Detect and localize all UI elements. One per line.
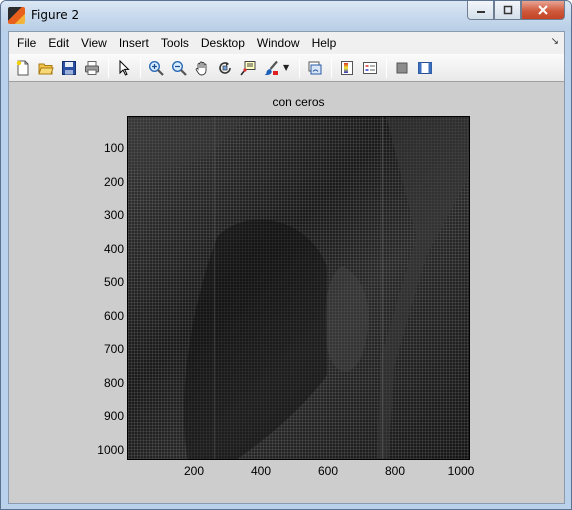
y-tick-label: 400 [103,242,124,256]
menu-help[interactable]: Help [306,32,343,54]
title-bar[interactable]: Figure 2 [1,1,571,31]
save-icon [62,60,76,75]
brush-dropdown-icon[interactable]: ▼ [283,63,291,72]
show-plot-tools-icon [418,61,432,74]
print-button[interactable] [81,57,103,79]
pan-hand-icon [195,61,207,75]
close-icon [538,5,548,15]
pan-button[interactable] [191,57,213,79]
menu-window[interactable]: Window [251,32,306,54]
image-axes[interactable] [127,116,470,460]
figure-client-area: File Edit View Insert Tools Desktop Wind… [8,31,565,504]
rotate-3d-icon [219,61,231,74]
link-plot-button[interactable] [304,57,326,79]
menu-tools[interactable]: Tools [155,32,195,54]
hide-plot-tools-button[interactable] [391,57,413,79]
new-figure-button[interactable] [12,57,34,79]
y-tick-label: 100 [103,141,124,155]
y-tick-label: 500 [103,275,124,289]
zoom-out-icon [171,60,187,76]
x-tick-label: 600 [317,464,339,478]
y-tick-label: 900 [103,409,124,423]
toolbar-separator [331,57,332,78]
x-tick-label: 400 [250,464,272,478]
edit-plot-button[interactable] [113,57,135,79]
hide-plot-tools-icon [396,62,408,73]
zoom-in-icon [148,60,164,76]
figure-window: Figure 2 File Edit View Insert Tools Des… [0,0,572,510]
menu-bar: File Edit View Insert Tools Desktop Wind… [9,32,564,54]
edit-plot-arrow-icon [119,59,130,76]
save-button[interactable] [58,57,80,79]
rotate-3d-button[interactable] [214,57,236,79]
data-cursor-button[interactable] [237,57,259,79]
y-tick-label: 700 [103,342,124,356]
plot-title: con ceros [272,95,325,109]
menu-edit[interactable]: Edit [42,32,75,54]
x-tick-label: 1000 [447,464,475,478]
toolbar-separator [299,57,300,78]
insert-legend-button[interactable] [359,57,381,79]
insert-colorbar-icon [341,60,353,75]
link-plot-icon [308,61,322,74]
new-figure-icon [16,60,29,75]
data-cursor-icon [240,60,256,75]
figure-canvas: con ceros 100 200 300 400 500 600 700 80… [9,83,564,503]
toolbar-separator [140,57,141,78]
y-tick-label: 800 [103,376,124,390]
show-plot-tools-button[interactable] [414,57,436,79]
open-file-icon [38,63,54,74]
menu-file[interactable]: File [11,32,42,54]
zoom-out-button[interactable] [168,57,190,79]
y-tick-label: 200 [103,175,124,189]
window-controls [467,1,565,21]
maximize-icon [503,5,512,15]
y-tick-label: 1000 [97,443,124,457]
menu-view[interactable]: View [75,32,113,54]
image-content [128,117,469,459]
minimize-button[interactable] [467,1,494,20]
figure-toolbar: ▼ [9,54,564,82]
insert-colorbar-button[interactable] [336,57,358,79]
insert-legend-icon [363,61,377,74]
close-button[interactable] [521,1,565,20]
menu-desktop[interactable]: Desktop [195,32,251,54]
window-title: Figure 2 [31,8,80,22]
minimize-icon [476,11,485,13]
matlab-app-icon [8,7,25,24]
x-tick-label: 200 [183,464,205,478]
toolbar-separator [386,57,387,78]
brush-button[interactable] [260,57,282,79]
open-file-button[interactable] [35,57,57,79]
y-tick-label: 600 [103,309,124,323]
maximize-button[interactable] [494,1,521,20]
toolbar-separator [108,57,109,78]
brush-icon [264,60,278,75]
print-icon [85,60,99,75]
y-tick-label: 300 [103,208,124,222]
x-tick-label: 800 [384,464,406,478]
dock-arrow-icon[interactable]: ↘ [551,36,559,47]
menu-insert[interactable]: Insert [113,32,155,54]
zoom-in-button[interactable] [145,57,167,79]
